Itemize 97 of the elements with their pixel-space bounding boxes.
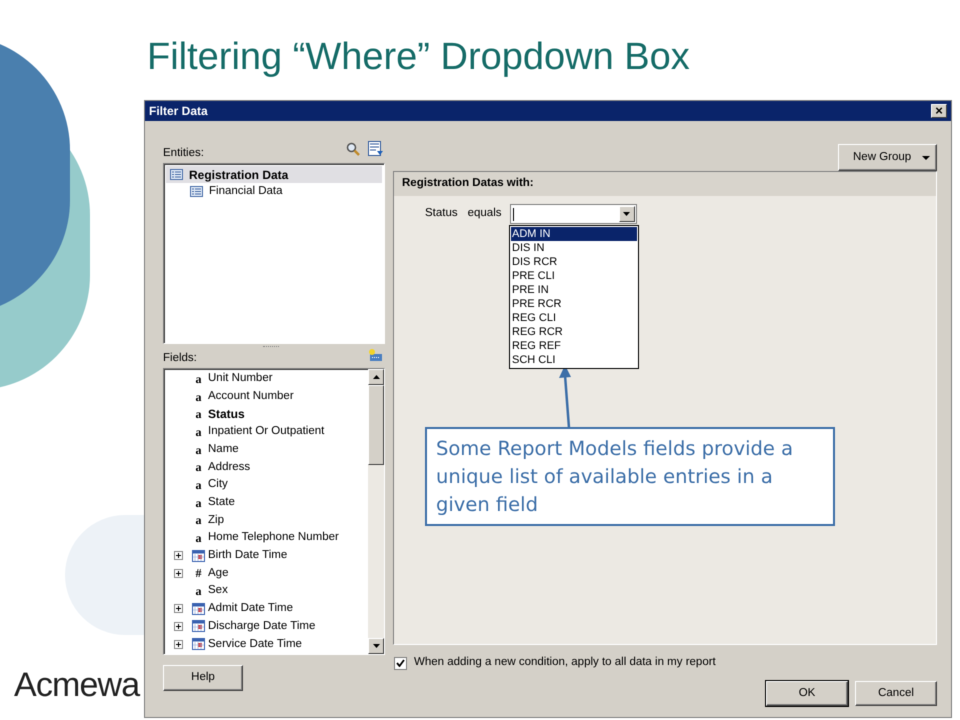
field-type-icon: a — [192, 461, 205, 474]
close-button[interactable]: × — [931, 104, 947, 118]
field-label: Service Date Time — [208, 636, 302, 652]
field-item[interactable]: a Inpatient Or Outpatient — [164, 423, 368, 441]
field-label: Inpatient Or Outpatient — [208, 424, 324, 440]
field-label: Unit Number — [208, 371, 273, 386]
dropdown-option[interactable]: REG RCR — [511, 325, 637, 339]
field-type-icon: a — [192, 585, 205, 598]
field-item[interactable]: a City — [164, 476, 368, 494]
field-label: Home Telephone Number — [208, 530, 339, 546]
expand-icon[interactable] — [174, 640, 182, 649]
field-item[interactable]: a Name — [164, 440, 368, 458]
dropdown-option[interactable]: ADM IN — [511, 227, 637, 241]
scroll-up-button[interactable] — [368, 369, 384, 385]
calendar-icon — [192, 638, 205, 650]
text-cursor — [512, 208, 514, 220]
field-label: Sex — [208, 583, 228, 598]
field-item[interactable]: a Unit Number — [164, 370, 368, 388]
dropdown-option[interactable]: SCH CLI — [511, 353, 637, 367]
expand-icon[interactable] — [174, 568, 182, 578]
logo-text: Acmewa — [14, 668, 140, 702]
field-label: Admit Date Time — [208, 601, 293, 616]
table-icon — [170, 169, 183, 180]
field-item[interactable]: Service Date Time — [164, 635, 368, 653]
field-item[interactable]: Birth Date Time — [164, 546, 368, 565]
field-label: City — [208, 477, 228, 492]
dialog-button[interactable]: OK — [766, 681, 848, 706]
search-icon[interactable] — [346, 142, 360, 156]
table-icon — [190, 186, 203, 197]
field-label: Age — [208, 566, 228, 581]
scroll-down-button[interactable] — [368, 638, 384, 654]
field-type-icon: a — [192, 390, 205, 403]
filter-list-icon[interactable] — [368, 141, 383, 157]
field-item[interactable]: a Home Telephone Number — [164, 529, 368, 547]
expand-icon[interactable] — [174, 622, 182, 631]
dropdown-option[interactable]: REG REF — [511, 339, 637, 353]
field-type-icon: a — [192, 408, 205, 420]
dropdown-option[interactable]: DIS RCR — [511, 255, 637, 269]
new-group-button[interactable]: New Group — [838, 144, 937, 171]
value-combobox[interactable] — [510, 204, 636, 224]
field-item[interactable]: a State — [164, 494, 368, 512]
field-item[interactable]: Discharge Date Time — [164, 618, 368, 636]
field-type-icon: a — [192, 444, 205, 456]
panel-header: Registration Datas with: — [394, 172, 936, 196]
field-type-icon: a — [192, 372, 205, 385]
field-item[interactable]: a Address — [164, 458, 368, 476]
apply-checkbox[interactable] — [394, 656, 407, 670]
dropdown-option[interactable]: PRE IN — [511, 283, 637, 297]
field-type-icon: a — [192, 496, 205, 509]
field-label: Name — [208, 442, 239, 457]
window-title: Filter Data — [149, 103, 208, 120]
field-label: Discharge Date Time — [208, 618, 316, 634]
dropdown-option[interactable]: PRE CLI — [511, 269, 637, 283]
field-type-icon: a — [192, 532, 205, 544]
condition-operator: equals — [468, 206, 502, 222]
entity-item[interactable]: Financial Data — [166, 183, 382, 200]
field-item[interactable]: a Sex — [164, 582, 368, 600]
expand-icon[interactable] — [174, 551, 182, 560]
slide-title: Filtering “Where” Dropdown Box — [147, 35, 691, 80]
help-button[interactable]: Help — [163, 664, 243, 691]
field-label: Birth Date Time — [208, 548, 288, 564]
callout-text: Some Report Models fields provide a unique list of available entries in a given field — [436, 436, 794, 518]
field-type-icon: a — [192, 478, 205, 491]
apply-label: When adding a new condition, apply to all data in my report — [414, 655, 716, 670]
field-type-icon: a — [192, 514, 205, 526]
calendar-icon — [192, 602, 205, 615]
dropdown-option[interactable]: DIS IN — [511, 241, 637, 255]
scrollbar[interactable] — [368, 369, 384, 654]
field-type-icon: # — [192, 567, 205, 580]
up-arrow-icon — [372, 375, 380, 379]
dropdown-option[interactable]: REG CLI — [511, 311, 637, 325]
field-item[interactable]: # Age — [164, 564, 368, 582]
check-icon — [396, 659, 405, 667]
entities-label: Entities: — [163, 146, 204, 161]
expand-icon[interactable] — [174, 604, 182, 614]
calendar-icon — [192, 620, 205, 632]
field-type-icon: a — [192, 426, 205, 438]
field-label: Address — [208, 460, 250, 475]
scroll-thumb[interactable] — [368, 385, 384, 465]
dropdown-option[interactable]: PRE RCR — [511, 297, 637, 311]
condition-field: Status — [425, 205, 458, 223]
down-arrow-icon — [372, 644, 380, 648]
field-label: State — [208, 495, 235, 510]
field-label: Zip — [208, 512, 224, 528]
dropdown-arrow-icon[interactable] — [623, 212, 630, 216]
field-item[interactable]: a Status — [164, 405, 368, 424]
field-label: Account Number — [208, 388, 294, 404]
field-label: Status — [208, 406, 245, 424]
field-item[interactable]: a Account Number — [164, 388, 368, 406]
entity-item[interactable]: Registration Data — [166, 166, 382, 183]
fields-label: Fields: — [163, 350, 197, 366]
new-field-icon[interactable] — [367, 348, 383, 362]
calendar-icon — [192, 550, 205, 562]
field-item[interactable]: Admit Date Time — [164, 600, 368, 618]
dialog-button[interactable]: Cancel — [855, 681, 937, 706]
caret-icon — [922, 156, 930, 160]
field-item[interactable]: a Zip — [164, 512, 368, 530]
